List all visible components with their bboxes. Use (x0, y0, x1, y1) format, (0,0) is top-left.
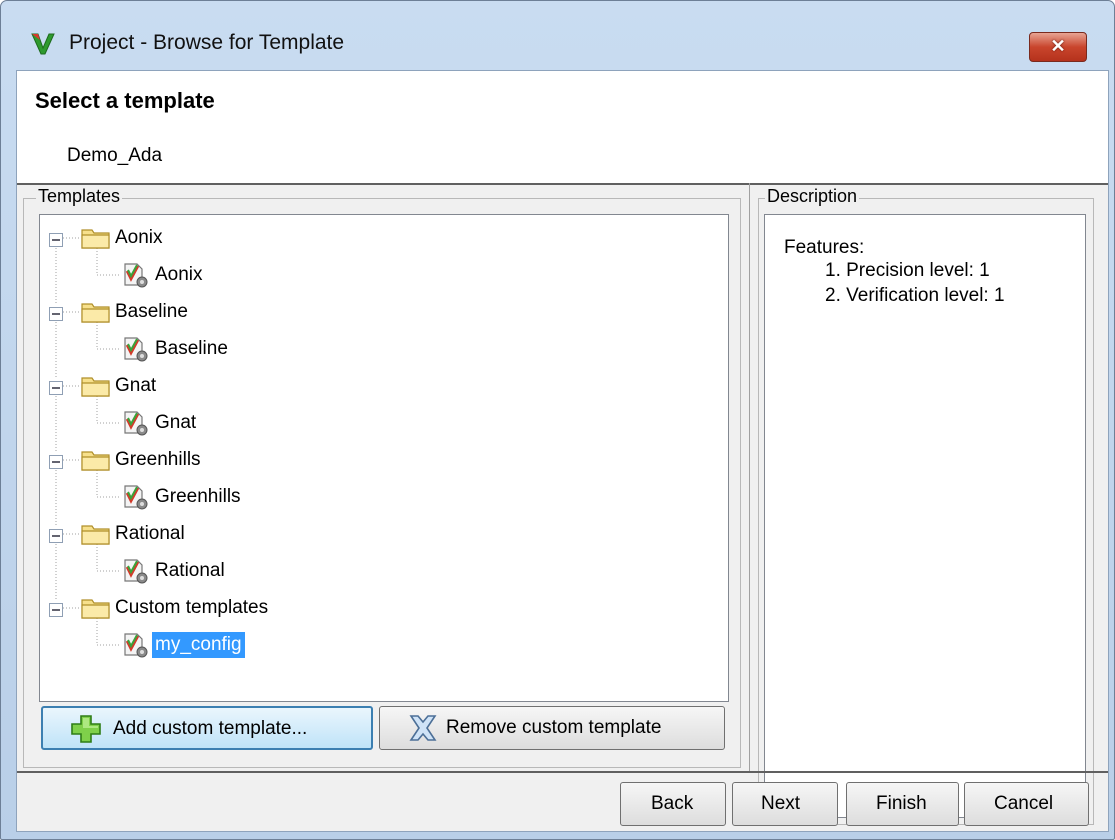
tree-template-row[interactable]: Baseline (40, 332, 720, 366)
close-icon: ✕ (1050, 36, 1066, 56)
tree-template-label: Aonix (155, 264, 203, 285)
description-item: 2. Verification level: 1 (825, 285, 1005, 306)
footer-separator (17, 771, 1108, 773)
wizard-header: Select a template Demo_Ada (17, 71, 1108, 185)
folder-icon (81, 522, 111, 552)
tree-template-label: Rational (155, 560, 225, 581)
cancel-button[interactable]: Cancel (964, 782, 1089, 826)
add-plus-icon (69, 714, 103, 750)
expand-collapse-icon[interactable] (49, 453, 63, 475)
cancel-button-label: Cancel (994, 793, 1054, 814)
expand-collapse-icon[interactable] (49, 601, 63, 623)
template-tree[interactable]: Aonix Aonix Baseline Baseline Gnat Gnat Greenh… (39, 214, 729, 702)
tree-folder-row[interactable]: Custom templates (40, 591, 720, 625)
dialog-window: Project - Browse for Template ✕ Select a… (0, 0, 1115, 840)
expand-collapse-icon[interactable] (49, 305, 63, 327)
window-title: Project - Browse for Template (69, 31, 345, 54)
tree-folder-label: Gnat (115, 375, 157, 396)
folder-icon (81, 300, 111, 330)
tree-folder-label: Rational (115, 523, 185, 544)
tree-template-row[interactable]: Greenhills (40, 480, 720, 514)
finish-button-label: Finish (876, 793, 927, 814)
template-file-icon (122, 409, 150, 443)
add-button-label: Add custom template... (113, 718, 308, 739)
back-button[interactable]: Back (620, 782, 726, 826)
tree-template-row[interactable]: my_config (40, 628, 720, 662)
expand-collapse-icon[interactable] (49, 231, 63, 253)
next-button[interactable]: Next (732, 782, 838, 826)
tree-folder-row[interactable]: Aonix (40, 221, 720, 255)
tree-template-label: Baseline (155, 338, 228, 359)
expand-collapse-icon[interactable] (49, 527, 63, 549)
remove-button-label: Remove custom template (446, 717, 662, 738)
project-name: Demo_Ada (67, 145, 163, 166)
tree-template-row[interactable]: Aonix (40, 258, 720, 292)
next-button-label: Next (761, 793, 801, 814)
tree-folder-row[interactable]: Baseline (40, 295, 720, 329)
add-custom-template-button[interactable]: Add custom template... (41, 706, 373, 750)
description-item: 1. Precision level: 1 (825, 260, 990, 281)
folder-icon (81, 596, 111, 626)
tree-template-label: Greenhills (155, 486, 241, 507)
finish-button[interactable]: Finish (846, 782, 959, 826)
expand-collapse-icon[interactable] (49, 379, 63, 401)
remove-x-icon (406, 712, 440, 750)
page-title: Select a template (35, 88, 215, 113)
folder-icon (81, 448, 111, 478)
title-bar[interactable] (1, 1, 1114, 31)
tree-template-row[interactable]: Gnat (40, 406, 720, 440)
description-panel: Features: 1. Precision level: 1 2. Verif… (764, 214, 1086, 818)
tree-folder-label: Greenhills (115, 449, 201, 470)
description-title: Features: (784, 237, 865, 258)
tree-template-label: Gnat (155, 412, 197, 433)
remove-custom-template-button[interactable]: Remove custom template (379, 706, 725, 750)
tree-folder-row[interactable]: Gnat (40, 369, 720, 403)
folder-icon (81, 226, 111, 256)
tree-folder-label: Custom templates (115, 597, 269, 618)
back-button-label: Back (651, 793, 694, 814)
template-file-icon (122, 483, 150, 517)
tree-template-label: my_config (152, 632, 245, 658)
dialog-content: Select a template Demo_Ada Templates Aon… (16, 70, 1109, 832)
app-logo-icon (30, 31, 56, 62)
tree-folder-label: Baseline (115, 301, 188, 322)
panel-divider[interactable] (749, 183, 750, 771)
tree-folder-row[interactable]: Greenhills (40, 443, 720, 477)
description-group-label: Description (765, 186, 860, 207)
tree-folder-label: Aonix (115, 227, 163, 248)
template-file-icon (122, 557, 150, 591)
template-file-icon (122, 335, 150, 369)
template-file-icon (122, 631, 150, 665)
folder-icon (81, 374, 111, 404)
tree-template-row[interactable]: Rational (40, 554, 720, 588)
close-button[interactable]: ✕ (1029, 32, 1087, 62)
template-file-icon (122, 261, 150, 295)
templates-group-label: Templates (36, 186, 123, 207)
tree-folder-row[interactable]: Rational (40, 517, 720, 551)
